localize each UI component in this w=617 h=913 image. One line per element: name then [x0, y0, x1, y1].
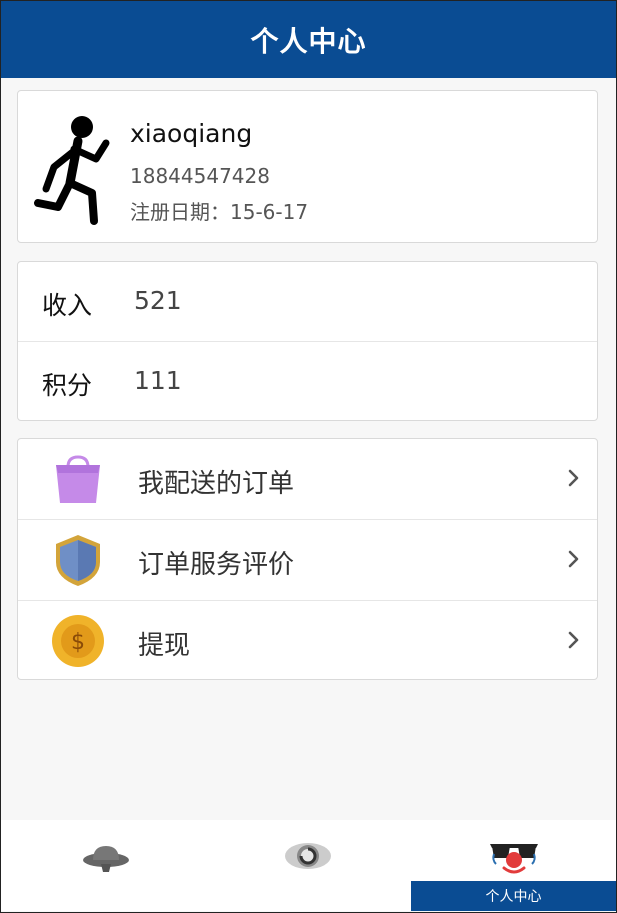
stat-value: 111: [134, 366, 182, 395]
chevron-right-icon: [568, 469, 579, 487]
stat-label: 积分: [42, 371, 93, 400]
page-title: 个人中心: [250, 24, 367, 58]
tab-label: 个人中心: [411, 881, 616, 911]
profile-phone: 18844547428: [130, 164, 270, 188]
running-man-avatar-icon: [34, 116, 110, 225]
stats-card: 收入 521 积分 111: [17, 261, 598, 421]
stat-value: 521: [134, 286, 182, 315]
tab-personal-center[interactable]: 个人中心: [411, 820, 616, 911]
hat-icon: [83, 846, 129, 872]
shield-icon: [56, 535, 100, 586]
stat-label: 收入: [42, 291, 93, 320]
tab-home[interactable]: [61, 820, 151, 911]
menu-item-label: 订单服务评价: [138, 550, 295, 580]
menu-item-label: 提现: [138, 631, 191, 661]
menu-item-withdraw[interactable]: $ 提现: [18, 601, 597, 681]
svg-text:$: $: [71, 630, 85, 655]
clown-sunglasses-icon: [489, 844, 538, 874]
profile-card: xiaoqiang 18844547428 注册日期：15-6-17: [17, 90, 598, 243]
shopping-bag-icon: [56, 455, 100, 503]
profile-username: xiaoqiang: [130, 119, 253, 148]
stat-row-income: 收入 521: [18, 262, 597, 342]
stat-row-points: 积分 111: [18, 342, 597, 421]
page-header: 个人中心: [1, 1, 616, 78]
menu-item-label: 我配送的订单: [138, 469, 295, 499]
menu-item-my-orders[interactable]: 我配送的订单: [18, 439, 597, 520]
chevron-right-icon: [568, 631, 579, 649]
menu-item-order-review[interactable]: 订单服务评价: [18, 520, 597, 601]
profile-register-date: 注册日期：15-6-17: [130, 200, 309, 224]
tab-discover[interactable]: [263, 820, 353, 911]
coin-dollar-icon: $: [52, 615, 104, 667]
chevron-right-icon: [568, 550, 579, 568]
bottom-tab-bar: 个人中心: [1, 820, 616, 911]
eye-icon: [285, 843, 331, 869]
menu-card: 我配送的订单 订单服务评价 $ 提现: [17, 438, 598, 680]
